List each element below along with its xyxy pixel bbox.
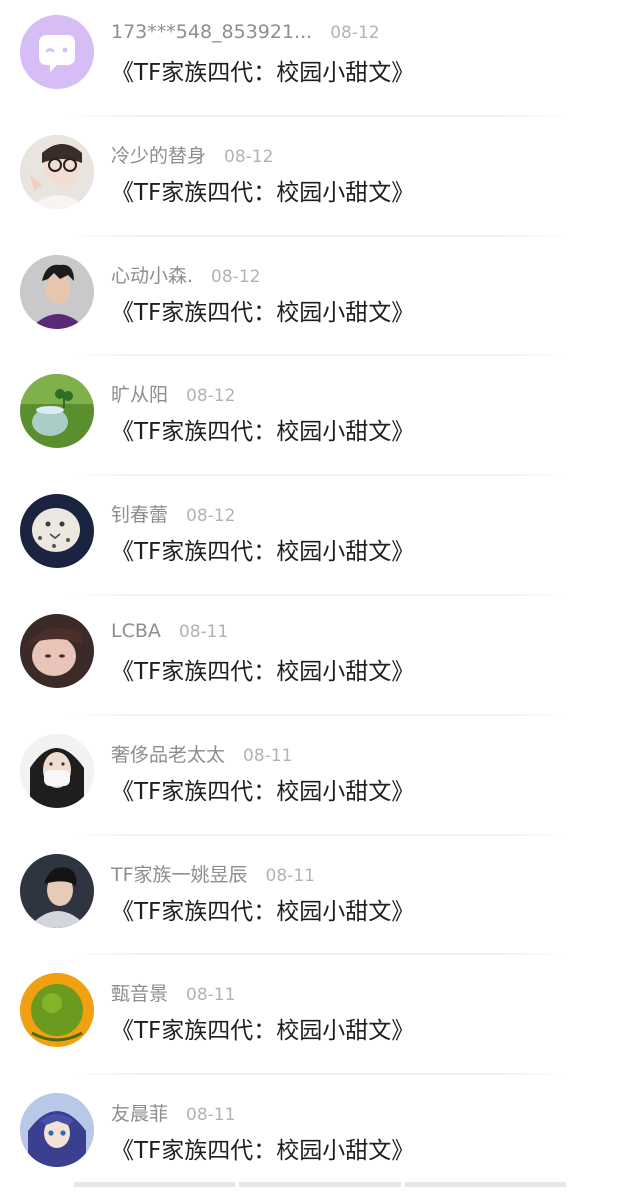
list-item[interactable]: 冷少的替身 08-12 《TF家族四代：校园小甜文》 [0,120,640,240]
post-date: 08-11 [265,865,315,886]
list-item[interactable]: 钊春蕾 08-12 《TF家族四代：校园小甜文》 [0,479,640,599]
post-title[interactable]: 《TF家族四代：校园小甜文》 [111,1131,414,1165]
divider [70,953,570,956]
post-title[interactable]: 《TF家族四代：校园小甜文》 [111,412,414,446]
avatar[interactable] [20,494,94,569]
user-name[interactable]: LCBA [111,620,161,642]
divider [70,833,570,836]
divider [70,354,570,357]
divider [70,1073,570,1076]
post-date: 08-12 [211,266,261,287]
user-name[interactable]: 甄音景 [111,979,168,1006]
list-item[interactable]: 旷从阳 08-12 《TF家族四代：校园小甜文》 [0,359,640,479]
bottom-tab-segment [74,1182,236,1187]
list-item[interactable]: 奢侈品老太太 08-11 《TF家族四代：校园小甜文》 [0,719,640,839]
post-title[interactable]: 《TF家族四代：校园小甜文》 [111,53,414,87]
post-title[interactable]: 《TF家族四代：校园小甜文》 [111,293,414,327]
avatar[interactable] [20,853,94,928]
avatar[interactable] [20,1093,94,1168]
avatar[interactable] [20,15,94,89]
post-date: 08-11 [186,985,236,1006]
clover-jar-photo [20,374,94,449]
post-title[interactable]: 《TF家族四代：校园小甜文》 [111,1011,414,1045]
user-name[interactable]: 旷从阳 [111,380,168,407]
avatar[interactable] [20,254,94,329]
list-item[interactable]: 173***548_853921... 08-12 《TF家族四代：校园小甜文》 [0,0,640,120]
anime-girl-photo [20,1093,94,1168]
post-title[interactable]: 《TF家族四代：校园小甜文》 [111,772,414,806]
green-ball-photo [20,973,94,1048]
avatar[interactable] [20,613,94,688]
list-item[interactable]: LCBA 08-11 《TF家族四代：校园小甜文》 [0,599,640,719]
post-date: 08-11 [178,621,229,642]
post-title[interactable]: 《TF家族四代：校园小甜文》 [111,532,414,566]
user-name[interactable]: 友晨菲 [111,1099,168,1126]
snow-leopard-photo [20,494,94,569]
post-date: 08-12 [186,506,236,527]
bottom-tab-segment [404,1182,566,1187]
divider [70,114,570,117]
post-title[interactable]: 《TF家族四代：校园小甜文》 [111,892,414,926]
post-title[interactable]: 《TF家族四代：校园小甜文》 [111,173,414,207]
post-title[interactable]: 《TF家族四代：校园小甜文》 [111,652,414,686]
list-item[interactable]: 甄音景 08-11 《TF家族四代：校园小甜文》 [0,958,640,1078]
comment-list: 173***548_853921... 08-12 《TF家族四代：校园小甜文》… [0,0,640,1198]
girl-glasses-photo [20,134,94,209]
avatar[interactable] [20,134,94,209]
avatar[interactable] [20,374,94,449]
list-item[interactable]: TF家族一姚昱辰 08-11 《TF家族四代：校园小甜文》 [0,839,640,959]
user-name[interactable]: 钊春蕾 [111,500,168,527]
divider [70,234,570,237]
bottom-tab-bar-edge [74,1182,566,1187]
list-item[interactable]: 心动小森. 08-12 《TF家族四代：校园小甜文》 [0,240,640,360]
boy-hoodie-photo [20,853,94,928]
list-item[interactable]: 友晨菲 08-11 《TF家族四代：校园小甜文》 [0,1078,640,1198]
user-name[interactable]: TF家族一姚昱辰 [111,860,248,887]
post-date: 08-12 [330,23,380,43]
boy-purple-photo [20,254,94,329]
post-date: 08-12 [186,386,236,407]
user-name[interactable]: 心动小森. [111,261,193,288]
girl-face-photo [20,613,94,688]
post-date: 08-11 [186,1105,236,1126]
post-date: 08-11 [243,745,293,766]
avatar[interactable] [20,973,94,1048]
chat-bubble-icon [20,15,94,89]
user-name[interactable]: 冷少的替身 [111,141,206,168]
user-name[interactable]: 奢侈品老太太 [111,740,225,767]
divider [70,593,570,596]
masked-girl-photo [20,733,94,808]
avatar[interactable] [20,733,94,808]
divider [70,474,570,477]
user-name[interactable]: 173***548_853921... [111,21,312,43]
bottom-tab-segment [239,1182,401,1187]
divider [70,713,570,716]
post-date: 08-12 [224,146,274,167]
